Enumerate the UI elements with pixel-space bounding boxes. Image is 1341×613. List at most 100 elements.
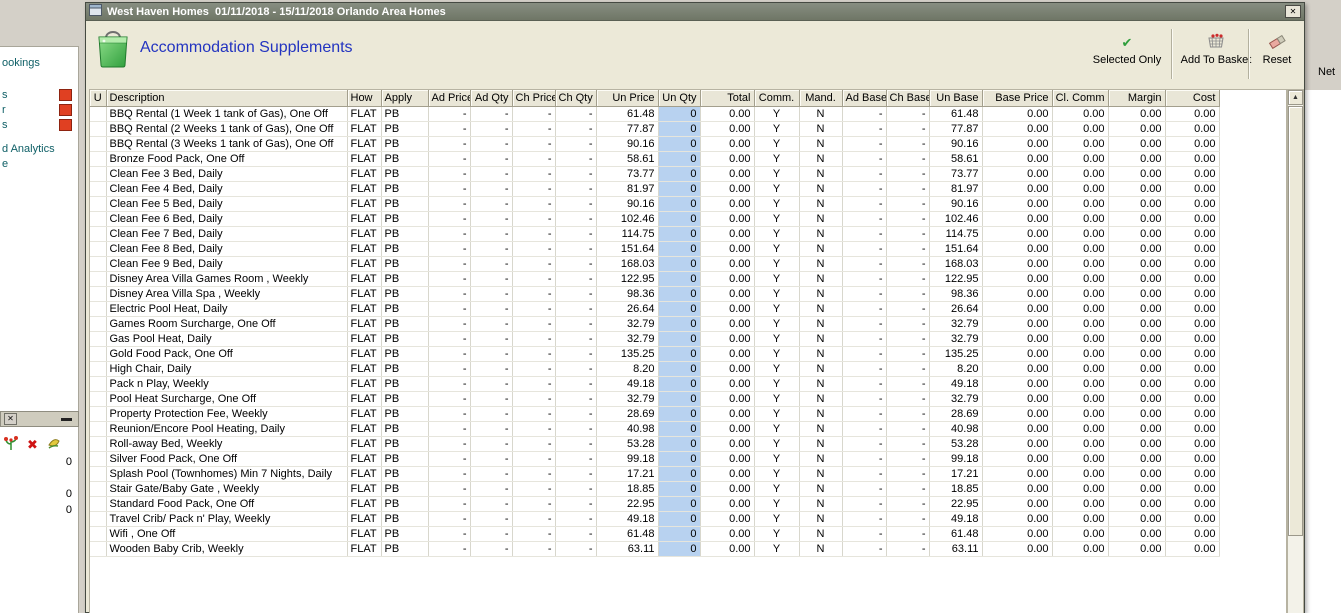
table-row[interactable]: BBQ Rental (1 Week 1 tank of Gas), One O… xyxy=(90,106,1220,122)
scroll-up-button[interactable]: ▲ xyxy=(1288,90,1303,105)
cell-un_qty[interactable]: 0 xyxy=(658,496,701,512)
table-row[interactable]: Disney Area Villa Games Room , Weekly FLA… xyxy=(90,271,1220,287)
cell-u[interactable] xyxy=(90,466,107,482)
vertical-scrollbar[interactable]: ▲ xyxy=(1287,89,1304,613)
red-square-icon[interactable] xyxy=(59,119,72,131)
table-row[interactable]: Reunion/Encore Pool Heating, Daily FLAT PB… xyxy=(90,421,1220,437)
cell-un_qty[interactable]: 0 xyxy=(658,541,701,557)
table-row[interactable]: Property Protection Fee, Weekly FLAT PB - - -… xyxy=(90,406,1220,422)
cell-u[interactable] xyxy=(90,361,107,377)
cell-un_qty[interactable]: 0 xyxy=(658,241,701,257)
table-row[interactable]: Roll-away Bed, Weekly FLAT PB - - - -53.28 0 0.0… xyxy=(90,436,1220,452)
table-row[interactable]: Disney Area Villa Spa , Weekly FLAT PB - - - -… xyxy=(90,286,1220,302)
column-header-cl_comm[interactable]: Cl. Comm xyxy=(1052,90,1109,107)
reset-button[interactable]: Reset xyxy=(1254,34,1300,66)
column-header-margin[interactable]: Margin xyxy=(1108,90,1166,107)
sidebar-item-fragment[interactable]: r xyxy=(2,104,6,116)
column-header-cost[interactable]: Cost xyxy=(1165,90,1220,107)
column-header-ch_qty[interactable]: Ch Qty xyxy=(555,90,597,107)
cell-un_qty[interactable]: 0 xyxy=(658,166,701,182)
cell-un_qty[interactable]: 0 xyxy=(658,391,701,407)
red-square-icon[interactable] xyxy=(59,89,72,101)
table-row[interactable]: Clean Fee 9 Bed, Daily FLAT PB - - - -168.03 0 0… xyxy=(90,256,1220,272)
minimize-icon[interactable] xyxy=(61,418,72,421)
cell-un_qty[interactable]: 0 xyxy=(658,451,701,467)
column-header-un_qty[interactable]: Un Qty xyxy=(658,90,701,107)
cell-u[interactable] xyxy=(90,331,107,347)
add-to-basket-button[interactable]: Add To Basket xyxy=(1176,33,1256,66)
cell-u[interactable] xyxy=(90,121,107,137)
table-row[interactable]: Wooden Baby Crib, Weekly FLAT PB - - - -63.11 0… xyxy=(90,541,1220,557)
selected-only-button[interactable]: ✔ Selected Only xyxy=(1082,34,1172,66)
cell-u[interactable] xyxy=(90,226,107,242)
yellow-tool-icon[interactable] xyxy=(46,435,62,454)
column-header-base_price[interactable]: Base Price xyxy=(982,90,1053,107)
cell-un_qty[interactable]: 0 xyxy=(658,136,701,152)
cell-un_qty[interactable]: 0 xyxy=(658,181,701,197)
table-row[interactable]: Splash Pool (Townhomes) Min 7 Nights, Da… xyxy=(90,466,1220,482)
sidebar-item-fragment[interactable]: e xyxy=(2,158,8,170)
cell-u[interactable] xyxy=(90,271,107,287)
table-row[interactable]: High Chair, Daily FLAT PB - - - -8.20 0 0.00 Y N - -… xyxy=(90,361,1220,377)
table-row[interactable]: Stair Gate/Baby Gate , Weekly FLAT PB - - - -1… xyxy=(90,481,1220,497)
table-row[interactable]: BBQ Rental (3 Weeks 1 tank of Gas), One … xyxy=(90,136,1220,152)
cell-u[interactable] xyxy=(90,406,107,422)
sidebar-item-fragment[interactable]: s xyxy=(2,119,8,131)
cell-un_qty[interactable]: 0 xyxy=(658,421,701,437)
cell-u[interactable] xyxy=(90,211,107,227)
cell-u[interactable] xyxy=(90,181,107,197)
close-button[interactable]: ✕ xyxy=(1285,5,1301,18)
cell-un_qty[interactable]: 0 xyxy=(658,211,701,227)
cell-un_qty[interactable]: 0 xyxy=(658,511,701,527)
cell-u[interactable] xyxy=(90,106,107,122)
table-row[interactable]: BBQ Rental (2 Weeks 1 tank of Gas), One … xyxy=(90,121,1220,137)
cell-u[interactable] xyxy=(90,481,107,497)
cell-un_qty[interactable]: 0 xyxy=(658,196,701,212)
cell-u[interactable] xyxy=(90,391,107,407)
cell-un_qty[interactable]: 0 xyxy=(658,121,701,137)
cell-un_qty[interactable]: 0 xyxy=(658,436,701,452)
cell-un_qty[interactable]: 0 xyxy=(658,466,701,482)
cell-u[interactable] xyxy=(90,346,107,362)
cell-u[interactable] xyxy=(90,376,107,392)
title-bar[interactable]: West Haven Homes 01/11/2018 - 15/11/2018… xyxy=(86,3,1304,21)
table-row[interactable]: Pool Heat Surcharge, One Off FLAT PB - - - -32… xyxy=(90,391,1220,407)
cell-u[interactable] xyxy=(90,151,107,167)
cell-un_qty[interactable]: 0 xyxy=(658,286,701,302)
cell-un_qty[interactable]: 0 xyxy=(658,226,701,242)
table-row[interactable]: Clean Fee 5 Bed, Daily FLAT PB - - - -90.16 0 0.… xyxy=(90,196,1220,212)
cell-un_qty[interactable]: 0 xyxy=(658,526,701,542)
cell-u[interactable] xyxy=(90,451,107,467)
column-header-how[interactable]: How xyxy=(347,90,382,107)
cell-u[interactable] xyxy=(90,286,107,302)
cell-un_qty[interactable]: 0 xyxy=(658,106,701,122)
column-header-ad_base[interactable]: Ad Base xyxy=(842,90,887,107)
table-row[interactable]: Clean Fee 6 Bed, Daily FLAT PB - - - -102.46 0 0… xyxy=(90,211,1220,227)
table-row[interactable]: Clean Fee 4 Bed, Daily FLAT PB - - - -81.97 0 0.… xyxy=(90,181,1220,197)
mini-close-button[interactable]: ✕ xyxy=(4,413,17,425)
green-plant-icon[interactable] xyxy=(3,435,19,454)
cell-u[interactable] xyxy=(90,136,107,152)
table-row[interactable]: Clean Fee 3 Bed, Daily FLAT PB - - - -73.77 0 0.… xyxy=(90,166,1220,182)
cell-u[interactable] xyxy=(90,511,107,527)
cell-u[interactable] xyxy=(90,541,107,557)
cell-u[interactable] xyxy=(90,256,107,272)
column-header-un_base[interactable]: Un Base xyxy=(929,90,983,107)
cell-un_qty[interactable]: 0 xyxy=(658,331,701,347)
cell-u[interactable] xyxy=(90,436,107,452)
table-row[interactable]: Electric Pool Heat, Daily FLAT PB - - - -26.64… xyxy=(90,301,1220,317)
table-row[interactable]: Pack n Play, Weekly FLAT PB - - - -49.18 0 0.00 Y… xyxy=(90,376,1220,392)
cell-u[interactable] xyxy=(90,196,107,212)
column-header-un_price[interactable]: Un Price xyxy=(596,90,659,107)
sidebar-item-fragment[interactable]: s xyxy=(2,89,8,101)
red-square-icon[interactable] xyxy=(59,104,72,116)
scrollbar-thumb[interactable] xyxy=(1288,106,1303,536)
column-header-description[interactable]: Description xyxy=(106,90,348,107)
column-header-u[interactable]: U xyxy=(90,90,107,107)
column-header-ch_base[interactable]: Ch Base xyxy=(886,90,930,107)
cell-un_qty[interactable]: 0 xyxy=(658,151,701,167)
column-header-comm[interactable]: Comm. xyxy=(754,90,800,107)
table-row[interactable]: Travel Crib/ Pack n' Play, Weekly FLAT PB -… xyxy=(90,511,1220,527)
table-row[interactable]: Silver Food Pack, One Off FLAT PB - - - -99.18… xyxy=(90,451,1220,467)
cell-un_qty[interactable]: 0 xyxy=(658,271,701,287)
